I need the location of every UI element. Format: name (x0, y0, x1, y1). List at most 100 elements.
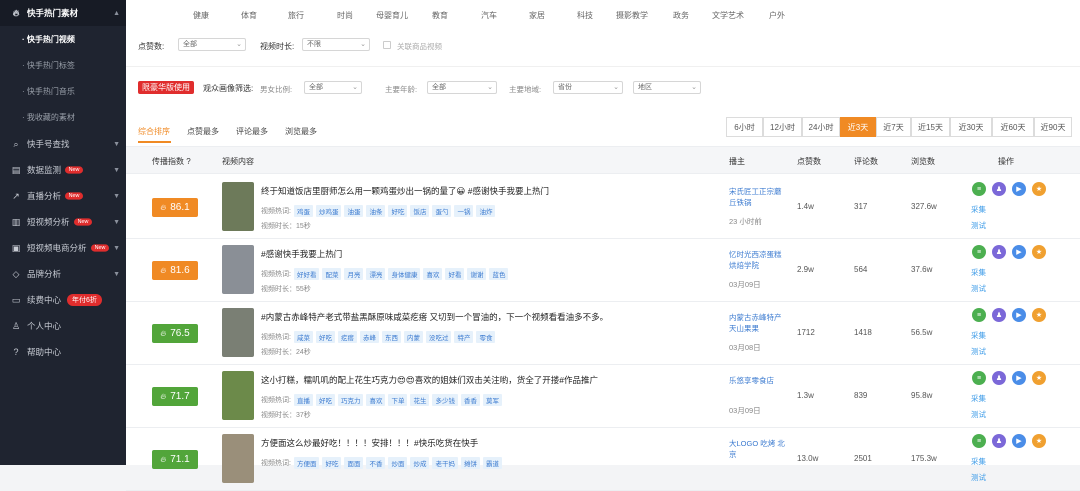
hot-word-tag[interactable]: 配菜 (322, 268, 342, 280)
sidebar-item-ecommerce-analysis[interactable]: ▣ 短视频电商分析 New ▼ (0, 235, 126, 261)
star-icon[interactable]: ★ (1032, 245, 1046, 259)
sidebar-item-hot-materials[interactable]: 🔥︎ 快手热门素材 ▲ (0, 0, 126, 26)
hot-word-tag[interactable]: 花生 (410, 394, 430, 406)
video-title[interactable]: 这小打糕，糯叽叽的配上花生巧克力😍😍喜欢的姐妹们双击关注哟，货全了开搂#作品推广 (261, 374, 598, 386)
likes-select[interactable]: 全部 ⌄ (178, 38, 246, 51)
category-tab[interactable]: 体育 (241, 10, 257, 21)
people-icon[interactable]: ♟ (992, 434, 1006, 448)
test-link[interactable]: 测试 (971, 220, 986, 231)
hot-word-tag[interactable]: 咸菜 (293, 331, 313, 343)
hot-word-tag[interactable]: 谢谢 (467, 268, 487, 280)
category-tab[interactable]: 科技 (577, 10, 593, 21)
list-icon[interactable]: ≡ (972, 182, 986, 196)
sidebar-item-help-center[interactable]: ? 帮助中心 (0, 339, 126, 365)
sort-tab-most-comments[interactable]: 评论最多 (236, 126, 268, 137)
category-tab[interactable]: 母婴育儿 (376, 10, 408, 21)
hot-word-tag[interactable]: 鸡蛋 (293, 205, 313, 217)
time-range-button[interactable]: 12小时 (763, 117, 802, 137)
hot-word-tag[interactable]: 油条 (366, 205, 386, 217)
collect-link[interactable]: 采集 (971, 204, 986, 215)
sort-tab-most-likes[interactable]: 点赞最多 (187, 126, 219, 137)
hot-word-tag[interactable]: 喜欢 (423, 268, 443, 280)
age-select[interactable]: 全部 ⌄ (427, 81, 497, 94)
hot-word-tag[interactable]: 饭店 (410, 205, 430, 217)
play-icon[interactable]: ▶ (1012, 182, 1026, 196)
sidebar-item-live-analysis[interactable]: ↗ 直播分析 New ▼ (0, 183, 126, 209)
test-link[interactable]: 测试 (971, 472, 986, 483)
host-name[interactable]: 忆时光西凉蛋糕 烘焙学院 (729, 249, 789, 271)
sidebar-subitem-hot-tags[interactable]: · 快手热门标签 (0, 52, 126, 78)
category-tab[interactable]: 教育 (432, 10, 448, 21)
hot-word-tag[interactable]: 巧克力 (337, 394, 364, 406)
sidebar-subitem-my-favorites[interactable]: · 我收藏的素材 (0, 104, 126, 130)
hot-word-tag[interactable]: 东西 (381, 331, 401, 343)
hot-word-tag[interactable]: 疙瘩 (337, 331, 357, 343)
hot-word-tag[interactable]: 油炸 (476, 205, 496, 217)
category-tab[interactable]: 摄影教学 (616, 10, 648, 21)
host-name[interactable]: 乐悠享零食店 (729, 375, 789, 386)
test-link[interactable]: 测试 (971, 283, 986, 294)
sidebar-subitem-hot-videos[interactable]: · 快手热门视频 (0, 26, 126, 52)
test-link[interactable]: 测试 (971, 409, 986, 420)
collect-link[interactable]: 采集 (971, 456, 986, 467)
hot-word-tag[interactable]: 面面 (344, 457, 364, 469)
people-icon[interactable]: ♟ (992, 245, 1006, 259)
video-thumbnail[interactable] (222, 434, 254, 483)
hot-word-tag[interactable]: 蛋勺 (432, 205, 452, 217)
host-name[interactable]: 大LOGO 吃烤 北京 (729, 438, 789, 460)
hot-word-tag[interactable]: 喜欢 (366, 394, 386, 406)
hot-word-tag[interactable]: 老干妈 (432, 457, 458, 469)
video-title[interactable]: 方便面这么炒最好吃！！！！安排！！！#快乐吃货在快手 (261, 437, 478, 449)
hot-word-tag[interactable]: 不香 (366, 457, 386, 469)
star-icon[interactable]: ★ (1032, 308, 1046, 322)
time-range-button[interactable]: 近15天 (911, 117, 950, 137)
category-tab[interactable]: 户外 (769, 10, 785, 21)
video-title[interactable]: #感谢快手我要上热门 (261, 248, 342, 260)
category-tab[interactable]: 文学艺术 (712, 10, 744, 21)
category-tab[interactable]: 时尚 (337, 10, 353, 21)
area-select[interactable]: 地区 ⌄ (633, 81, 701, 94)
time-range-button[interactable]: 24小时 (802, 117, 840, 137)
hot-word-tag[interactable]: 油蛋 (344, 205, 364, 217)
sidebar-item-personal-center[interactable]: ♙ 个人中心 (0, 313, 126, 339)
category-tab[interactable]: 健康 (193, 10, 209, 21)
star-icon[interactable]: ★ (1032, 434, 1046, 448)
sidebar-item-account-search[interactable]: ⌕ 快手号查找 ▼ (0, 131, 126, 157)
sort-tab-most-views[interactable]: 浏览最多 (285, 126, 317, 137)
gender-select[interactable]: 全部 ⌄ (304, 81, 362, 94)
video-thumbnail[interactable] (222, 182, 254, 231)
hot-word-tag[interactable]: 身体健康 (388, 268, 421, 280)
hot-word-tag[interactable]: 炒鸡蛋 (315, 205, 342, 217)
video-title[interactable]: #内蒙古赤峰特产老式带盐黑酥原味咸菜疙瘩 又切到一个冒油的，下一个视频看看油多不… (261, 311, 608, 323)
sidebar-item-renewal-center[interactable]: ▭ 续费中心 年付6折 (0, 287, 126, 313)
category-tab[interactable]: 汽车 (481, 10, 497, 21)
hot-word-tag[interactable]: 莫军 (482, 394, 502, 406)
people-icon[interactable]: ♟ (992, 182, 1006, 196)
collect-link[interactable]: 采集 (971, 267, 986, 278)
province-select[interactable]: 省份 ⌄ (553, 81, 623, 94)
people-icon[interactable]: ♟ (992, 308, 1006, 322)
star-icon[interactable]: ★ (1032, 371, 1046, 385)
hot-word-tag[interactable]: 漂亮 (366, 268, 386, 280)
hot-word-tag[interactable]: 内蒙 (403, 331, 423, 343)
list-icon[interactable]: ≡ (972, 245, 986, 259)
test-link[interactable]: 测试 (971, 346, 986, 357)
hot-word-tag[interactable]: 赤峰 (359, 331, 379, 343)
category-tab[interactable]: 旅行 (288, 10, 304, 21)
hot-word-tag[interactable]: 直播 (293, 394, 313, 406)
play-icon[interactable]: ▶ (1012, 434, 1026, 448)
list-icon[interactable]: ≡ (972, 434, 986, 448)
category-tab[interactable]: 家居 (529, 10, 545, 21)
hot-word-tag[interactable]: 好吃 (315, 394, 335, 406)
hot-word-tag[interactable]: 霸道 (482, 457, 502, 469)
time-range-button[interactable]: 6小时 (726, 117, 763, 137)
hot-word-tag[interactable]: 没吃过 (425, 331, 452, 343)
video-title[interactable]: 终于知道饭店里厨师怎么用一颗鸡蛋炒出一锅的量了😀 #感谢快手我要上热门 (261, 185, 549, 197)
time-range-button[interactable]: 近90天 (1034, 117, 1072, 137)
play-icon[interactable]: ▶ (1012, 245, 1026, 259)
hot-word-tag[interactable]: 好吃 (322, 457, 342, 469)
people-icon[interactable]: ♟ (992, 371, 1006, 385)
time-range-button[interactable]: 近30天 (950, 117, 992, 137)
hot-word-tag[interactable]: 蓝色 (489, 268, 509, 280)
play-icon[interactable]: ▶ (1012, 371, 1026, 385)
